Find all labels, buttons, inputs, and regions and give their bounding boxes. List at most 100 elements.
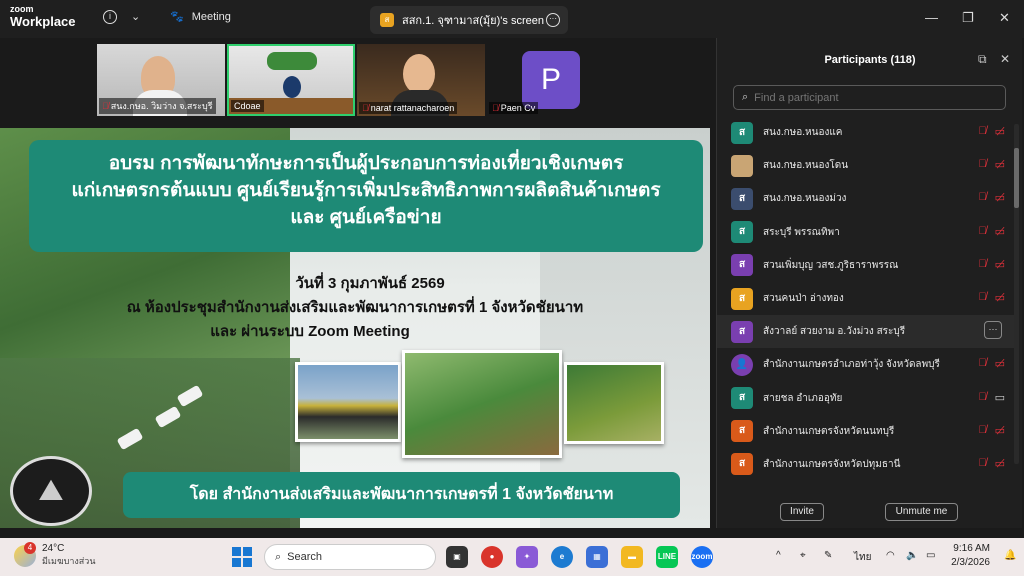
search-icon: ⌕: [742, 91, 749, 103]
video-thumbnail[interactable]: P 🎙̸ Paen Cv: [487, 44, 615, 116]
pen-icon[interactable]: ✎: [824, 550, 832, 561]
volume-icon[interactable]: 🔈: [906, 550, 918, 561]
weather-text: มีเมฆบางส่วน: [42, 556, 96, 566]
clock-date: 2/3/2026: [951, 557, 990, 568]
minimize-icon[interactable]: —: [925, 10, 938, 25]
weather-icon: 4: [14, 541, 36, 567]
info-icon[interactable]: i: [103, 10, 117, 24]
participant-row[interactable]: ส สวนคนป่า อ่างทอง 🎙̸ ▭̸: [717, 282, 1015, 315]
file-explorer-icon[interactable]: ▬: [621, 546, 643, 568]
notification-bell-icon[interactable]: 🔔: [1004, 550, 1016, 561]
slide-title-line3: และ ศูนย์เครือข่าย: [290, 207, 442, 228]
restore-icon[interactable]: ❐: [962, 10, 974, 26]
participant-name: สนง.กษอ.หนองโดน: [763, 160, 849, 172]
meeting-stage: 🎙̸ สนง.กษอ. วิมว่าง จ.สระบุรี Cdoae 🎙̸ nar…: [0, 38, 714, 528]
taskbar-search[interactable]: ⌕ Search: [264, 544, 436, 570]
popout-icon[interactable]: ⧉: [978, 52, 987, 67]
video-off-icon: ▭̸: [994, 424, 1005, 437]
participant-name: สังวาลย์ สวยงาม อ.วังม่วง สระบุรี: [763, 326, 906, 338]
meeting-tab[interactable]: 🐾 Meeting: [170, 10, 231, 24]
video-thumbnails: 🎙̸ สนง.กษอ. วิมว่าง จ.สระบุรี Cdoae 🎙̸ nar…: [97, 44, 615, 116]
participant-row[interactable]: ส สระบุรี พรรณทิพา 🎙̸ ▭̸: [717, 216, 1015, 249]
participant-row[interactable]: ส สายชล อำเภออุทัย 🎙̸ ▭: [717, 382, 1015, 415]
participant-row-highlighted[interactable]: ส สังวาลย์ สวยงาม อ.วังม่วง สระบุรี ···: [717, 315, 1015, 349]
participant-name: สนง.กษอ.หนองแค: [763, 127, 843, 139]
farm-photo: [402, 350, 562, 458]
participant-avatar: P: [522, 51, 580, 109]
video-off-icon: ▭̸: [994, 159, 1005, 172]
mic-muted-icon: 🎙̸: [978, 224, 987, 237]
invite-button[interactable]: Invite: [780, 503, 824, 521]
participant-search[interactable]: ⌕: [733, 85, 1006, 110]
weather-widget[interactable]: 4 24°C มีเมฆบางส่วน: [14, 541, 96, 568]
close-panel-icon[interactable]: ✕: [1000, 52, 1010, 66]
video-on-icon: ▭: [994, 391, 1005, 404]
mic-muted-icon: 🎙̸: [978, 423, 987, 436]
participant-name: สวนคนป่า อ่างทอง: [763, 293, 844, 305]
edge-icon[interactable]: e: [551, 546, 573, 568]
share-screen-tab[interactable]: ส สสก.1. จุฑามาส(มุ้ย)'s screen ···: [370, 6, 568, 34]
participant-row[interactable]: ส สำนักงานเกษตรจังหวัดนนทบุรี 🎙̸ ▭̸: [717, 415, 1015, 448]
close-icon[interactable]: ✕: [999, 10, 1010, 26]
battery-icon[interactable]: ▭: [926, 550, 935, 561]
show-hidden-icons[interactable]: ^: [776, 550, 781, 561]
slide-online: และ ผ่านระบบ Zoom Meeting: [210, 323, 410, 340]
video-thumbnail[interactable]: 🎙̸ สนง.กษอ. วิมว่าง จ.สระบุรี: [97, 44, 225, 116]
copilot-icon[interactable]: ✦: [516, 546, 538, 568]
participant-avatar: ส: [731, 187, 753, 210]
zoom-logo: zoom Workplace: [10, 4, 76, 29]
windows-start-icon[interactable]: [232, 547, 252, 567]
more-options-icon[interactable]: ···: [546, 13, 560, 27]
participant-row[interactable]: ส สำนักงานเกษตรจังหวัดปทุมธานี 🎙̸ ▭̸: [717, 448, 1015, 481]
participant-list: ส สนง.กษอ.หนองแค 🎙̸ ▭̸ สนง.กษอ.หนองโดน 🎙̸…: [717, 116, 1015, 488]
participant-row[interactable]: ส สนง.กษอ.หนองม่วง 🎙̸ ▭̸: [717, 182, 1015, 215]
more-options-icon[interactable]: ···: [984, 321, 1002, 340]
shared-slide: อบรม การพัฒนาทักษะการเป็นผู้ประกอบการท่อ…: [0, 128, 710, 528]
participants-scroll-thumb[interactable]: [1014, 148, 1019, 208]
thumbnail-name: 🎙̸ narat rattanacharoen: [359, 102, 458, 114]
video-off-icon: ▭̸: [994, 126, 1005, 138]
video-off-icon: ▭̸: [994, 258, 1005, 271]
store-icon[interactable]: ▦: [586, 546, 608, 568]
participant-row[interactable]: 👤 สำนักงานเกษตรอำเภอท่าวุ้ง จังหวัดลพบุร…: [717, 348, 1015, 381]
slide-organizer: โดย สำนักงานส่งเสริมและพัฒนาการเกษตรที่ …: [123, 472, 680, 518]
task-view-icon[interactable]: ▣: [446, 546, 468, 568]
participant-search-input[interactable]: [754, 91, 985, 104]
participant-row[interactable]: สนง.กษอ.หนองโดน 🎙̸ ▭̸: [717, 149, 1015, 182]
language-indicator[interactable]: ไทย: [854, 550, 871, 565]
video-off-icon: ▭̸: [994, 291, 1005, 304]
slide-title-banner: อบรม การพัฒนาทักษะการเป็นผู้ประกอบการท่อ…: [29, 140, 703, 252]
video-thumbnail-active[interactable]: Cdoae: [227, 44, 355, 116]
mic-muted-icon: 🎙̸: [362, 103, 369, 113]
participant-avatar: 👤: [731, 353, 753, 376]
logo-top-text: zoom: [10, 4, 34, 14]
participant-name: สำนักงานเกษตรจังหวัดนนทบุรี: [763, 425, 895, 437]
meeting-label: Meeting: [191, 10, 231, 23]
weather-temp: 24°C: [42, 543, 65, 554]
video-off-icon: ▭̸: [994, 192, 1005, 205]
slide-title-line1: อบรม การพัฒนาทักษะการเป็นผู้ประกอบการท่อ…: [108, 153, 624, 174]
unmute-me-button[interactable]: Unmute me: [885, 503, 958, 521]
participant-avatar: ส: [731, 387, 753, 410]
participant-avatar: ส: [731, 320, 753, 343]
line-icon[interactable]: LINE: [656, 546, 678, 568]
slide-title-line2: แก่เกษตรกรต้นแบบ ศูนย์เรียนรู้การเพิ่มปร…: [71, 180, 661, 201]
wifi-icon[interactable]: ◠: [886, 550, 895, 561]
chrome-icon[interactable]: ●: [481, 546, 503, 568]
participant-row[interactable]: ส สนง.กษอ.หนองแค 🎙̸ ▭̸: [717, 116, 1015, 149]
sharer-avatar-icon: ส: [380, 13, 394, 27]
participant-name: สำนักงานเกษตรจังหวัดปทุมธานี: [763, 458, 901, 470]
participant-name: สายชล อำเภออุทัย: [763, 392, 843, 404]
slide-details: วันที่ 3 กุมภาพันธ์ 2569 ณ ห้องประชุมสำน…: [0, 272, 710, 344]
participant-row[interactable]: ส สวนเพิ่มบุญ วสช.ภูริธาราพรรณ 🎙̸ ▭̸: [717, 249, 1015, 282]
mic-muted-icon: 🎙̸: [978, 257, 987, 270]
location-icon[interactable]: ⌖: [800, 550, 806, 561]
video-off-icon: ▭̸: [994, 225, 1005, 238]
chevron-down-icon[interactable]: ⌄: [131, 10, 140, 23]
system-clock[interactable]: 9:16 AM 2/3/2026: [950, 542, 990, 570]
participant-avatar: [731, 154, 753, 177]
zoom-app-icon[interactable]: zoom: [691, 546, 713, 568]
video-thumbnail[interactable]: 🎙̸ narat rattanacharoen: [357, 44, 485, 116]
mic-muted-icon: 🎙̸: [978, 125, 987, 137]
paw-icon: 🐾: [170, 11, 184, 23]
